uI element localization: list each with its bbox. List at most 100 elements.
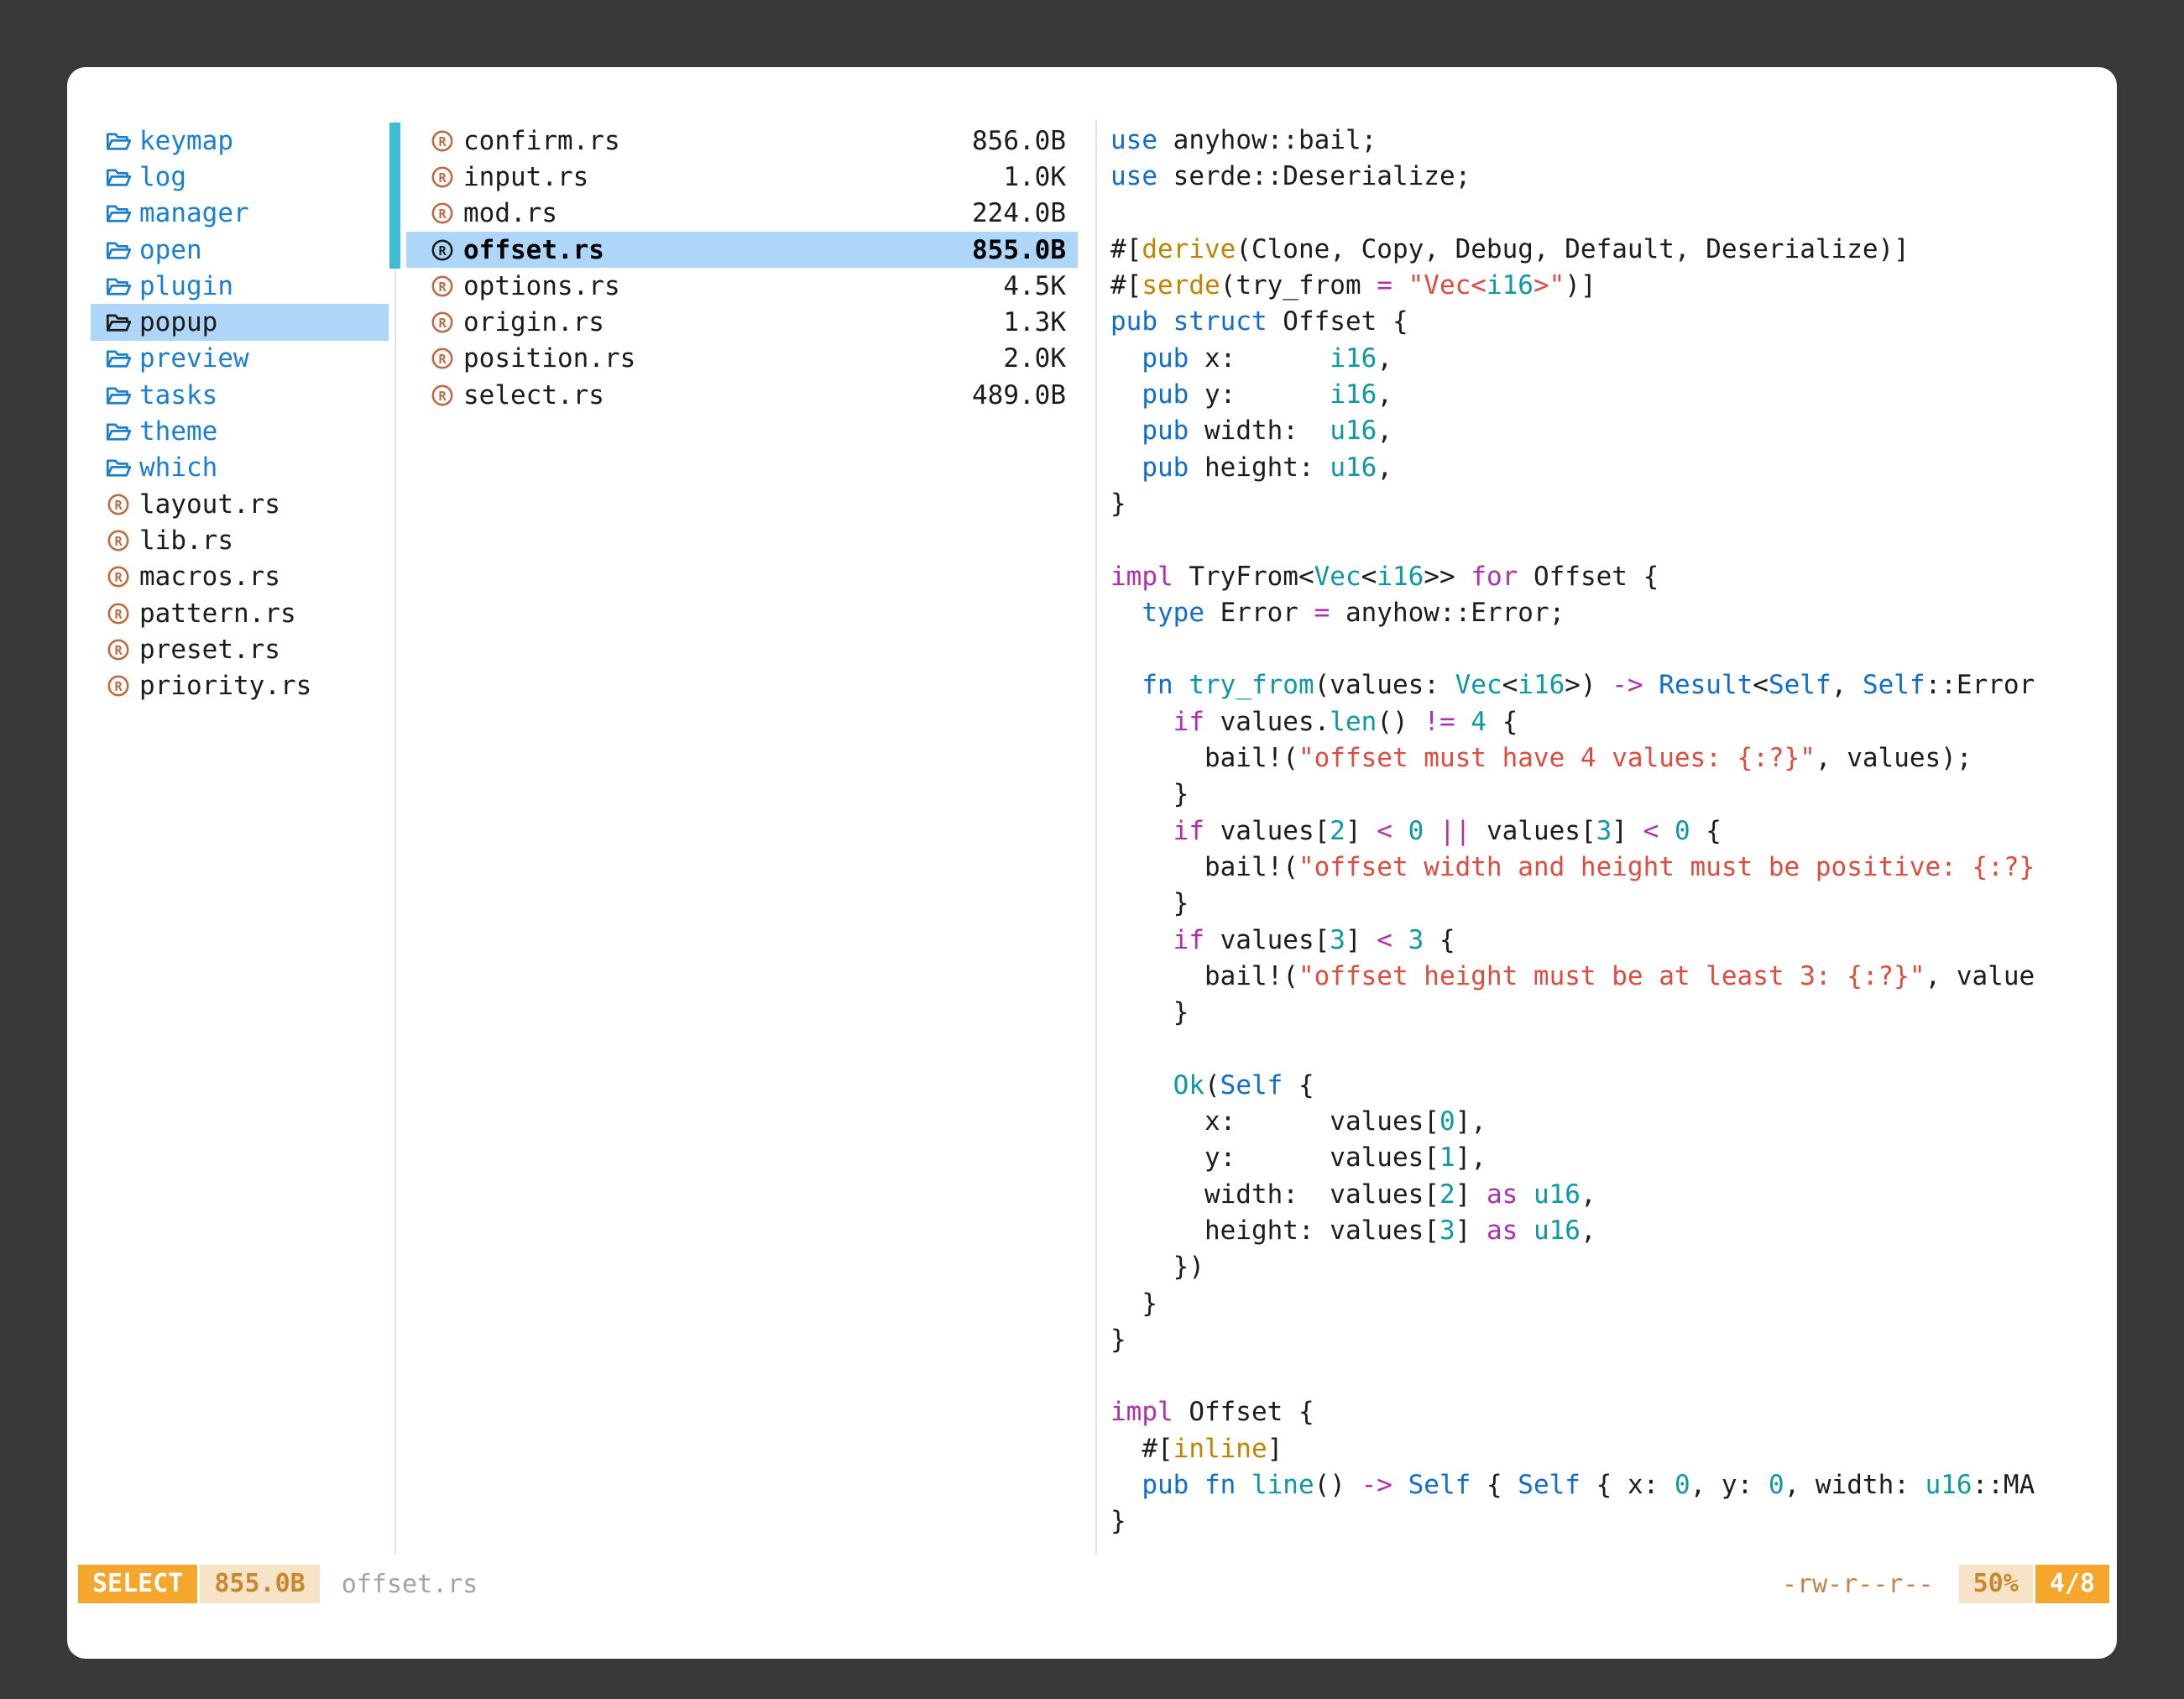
- file-row-offset-rs[interactable]: Roffset.rs855.0B: [406, 232, 1078, 268]
- entry-name: pattern.rs: [139, 599, 296, 629]
- code-line: }: [1110, 995, 2109, 1031]
- rust-file-icon: R: [430, 384, 457, 407]
- file-row-mod-rs[interactable]: Rmod.rs224.0B: [406, 196, 1078, 232]
- svg-text:R: R: [438, 170, 447, 186]
- status-left: SELECT 855.0B offset.rs: [78, 1565, 478, 1603]
- file-row-confirm-rs[interactable]: Rconfirm.rs856.0B: [406, 123, 1078, 159]
- code-line: [1110, 196, 2109, 232]
- file-entry-priority-rs[interactable]: Rpriority.rs: [91, 667, 389, 703]
- code-line: }: [1110, 886, 2109, 922]
- svg-text:R: R: [438, 206, 447, 222]
- folder-icon: [106, 347, 133, 370]
- svg-text:R: R: [114, 497, 123, 512]
- file-name: position.rs: [463, 343, 635, 374]
- file-row-position-rs[interactable]: Rposition.rs 2.0K: [406, 341, 1078, 377]
- svg-text:R: R: [438, 389, 447, 404]
- entry-name: popup: [139, 307, 217, 337]
- entry-name: priority.rs: [139, 671, 311, 701]
- pane-divider-right: [1095, 119, 1097, 1555]
- rust-file-icon: R: [106, 674, 133, 698]
- svg-text:R: R: [114, 534, 123, 549]
- entry-name: preset.rs: [139, 635, 280, 665]
- file-manager-window: keymaplog manager openpluginpopup previewta…: [67, 67, 2117, 1659]
- code-line: pub struct Offset {: [1110, 304, 2109, 340]
- folder-icon: [106, 456, 133, 479]
- file-entry-lib-rs[interactable]: Rlib.rs: [91, 522, 389, 558]
- rust-file-icon: R: [430, 165, 457, 189]
- code-line: if values[3] < 3 {: [1110, 923, 2109, 959]
- file-row-select-rs[interactable]: Rselect.rs489.0B: [406, 377, 1078, 413]
- pane-divider-left: [394, 119, 396, 1555]
- svg-text:R: R: [438, 352, 447, 367]
- file-name: mod.rs: [463, 198, 557, 228]
- file-row-options-rs[interactable]: Roptions.rs 4.5K: [406, 268, 1078, 304]
- entry-name: theme: [139, 416, 217, 447]
- code-line: #[inline]: [1110, 1431, 2109, 1467]
- file-size: 2.0K: [1003, 343, 1066, 374]
- code-line: [1110, 1358, 2109, 1394]
- dir-entry-theme[interactable]: theme: [91, 413, 389, 449]
- rust-file-icon: R: [430, 274, 457, 298]
- dir-entry-which[interactable]: which: [91, 450, 389, 486]
- dir-entry-keymap[interactable]: keymap: [91, 123, 389, 159]
- code-line: #[serde(try_from = "Vec<i16>")]: [1110, 268, 2109, 304]
- rust-file-icon: R: [430, 347, 457, 370]
- file-size: 4.5K: [1003, 271, 1066, 301]
- svg-text:R: R: [438, 280, 447, 295]
- dir-entry-plugin[interactable]: plugin: [91, 268, 389, 304]
- code-line: }): [1110, 1249, 2109, 1285]
- entry-name: log: [139, 162, 186, 192]
- code-line: Ok(Self {: [1110, 1068, 2109, 1104]
- file-size: 1.3K: [1003, 307, 1066, 337]
- file-row-origin-rs[interactable]: Rorigin.rs 1.3K: [406, 304, 1078, 340]
- dir-entry-popup[interactable]: popup: [91, 304, 389, 340]
- file-name: select.rs: [463, 380, 604, 410]
- code-line: bail!("offset must have 4 values: {:?}",…: [1110, 740, 2109, 776]
- code-line: y: values[1],: [1110, 1140, 2109, 1176]
- dir-entry-tasks[interactable]: tasks: [91, 377, 389, 413]
- dir-entry-manager[interactable]: manager: [91, 196, 389, 232]
- dir-entry-log[interactable]: log: [91, 159, 389, 195]
- svg-text:R: R: [114, 679, 123, 694]
- file-entry-preset-rs[interactable]: Rpreset.rs: [91, 631, 389, 667]
- code-line: use serde::Deserialize;: [1110, 159, 2109, 195]
- permissions-label: -rw-r--r--: [1782, 1570, 1934, 1599]
- file-entry-pattern-rs[interactable]: Rpattern.rs: [91, 595, 389, 631]
- rust-file-icon: R: [106, 602, 133, 625]
- file-entry-layout-rs[interactable]: Rlayout.rs: [91, 486, 389, 522]
- code-line: if values.len() != 4 {: [1110, 704, 2109, 740]
- parent-pane: keymaplog manager openpluginpopup previewta…: [91, 123, 389, 704]
- rust-file-icon: R: [106, 529, 133, 552]
- code-line: fn try_from(values: Vec<i16>) -> Result<…: [1110, 667, 2109, 703]
- file-size: 856.0B: [972, 126, 1066, 156]
- file-entry-macros-rs[interactable]: Rmacros.rs: [91, 559, 389, 595]
- current-pane: Rconfirm.rs856.0BRinput.rs1.0KRmod.rs224…: [406, 123, 1078, 413]
- code-line: pub x: i16,: [1110, 341, 2109, 377]
- svg-text:R: R: [114, 570, 123, 585]
- entry-name: macros.rs: [139, 562, 280, 592]
- svg-text:R: R: [438, 133, 447, 149]
- code-line: height: values[3] as u16,: [1110, 1213, 2109, 1249]
- folder-icon: [106, 238, 133, 262]
- entry-name: tasks: [139, 380, 217, 410]
- entry-name: lib.rs: [139, 525, 233, 556]
- entry-name: manager: [139, 198, 249, 228]
- file-name: options.rs: [463, 271, 620, 301]
- folder-icon: [106, 165, 133, 189]
- folder-icon: [106, 274, 133, 298]
- dir-entry-preview[interactable]: preview: [91, 341, 389, 377]
- entry-name: which: [139, 452, 217, 483]
- file-name: origin.rs: [463, 307, 604, 337]
- code-line: pub width: u16,: [1110, 413, 2109, 449]
- file-row-input-rs[interactable]: Rinput.rs1.0K: [406, 159, 1078, 195]
- rust-file-icon: R: [106, 638, 133, 661]
- code-line: use anyhow::bail;: [1110, 123, 2109, 159]
- code-line: }: [1110, 776, 2109, 813]
- rust-file-icon: R: [430, 201, 457, 225]
- file-size: 855.0B: [972, 235, 1066, 265]
- svg-text:R: R: [438, 316, 447, 331]
- dir-entry-open[interactable]: open: [91, 232, 389, 268]
- cursor-position-badge: 4/8: [2035, 1565, 2109, 1603]
- preview-pane: use anyhow::bail;use serde::Deserialize;…: [1110, 123, 2109, 1540]
- code-line: bail!("offset width and height must be p…: [1110, 850, 2109, 886]
